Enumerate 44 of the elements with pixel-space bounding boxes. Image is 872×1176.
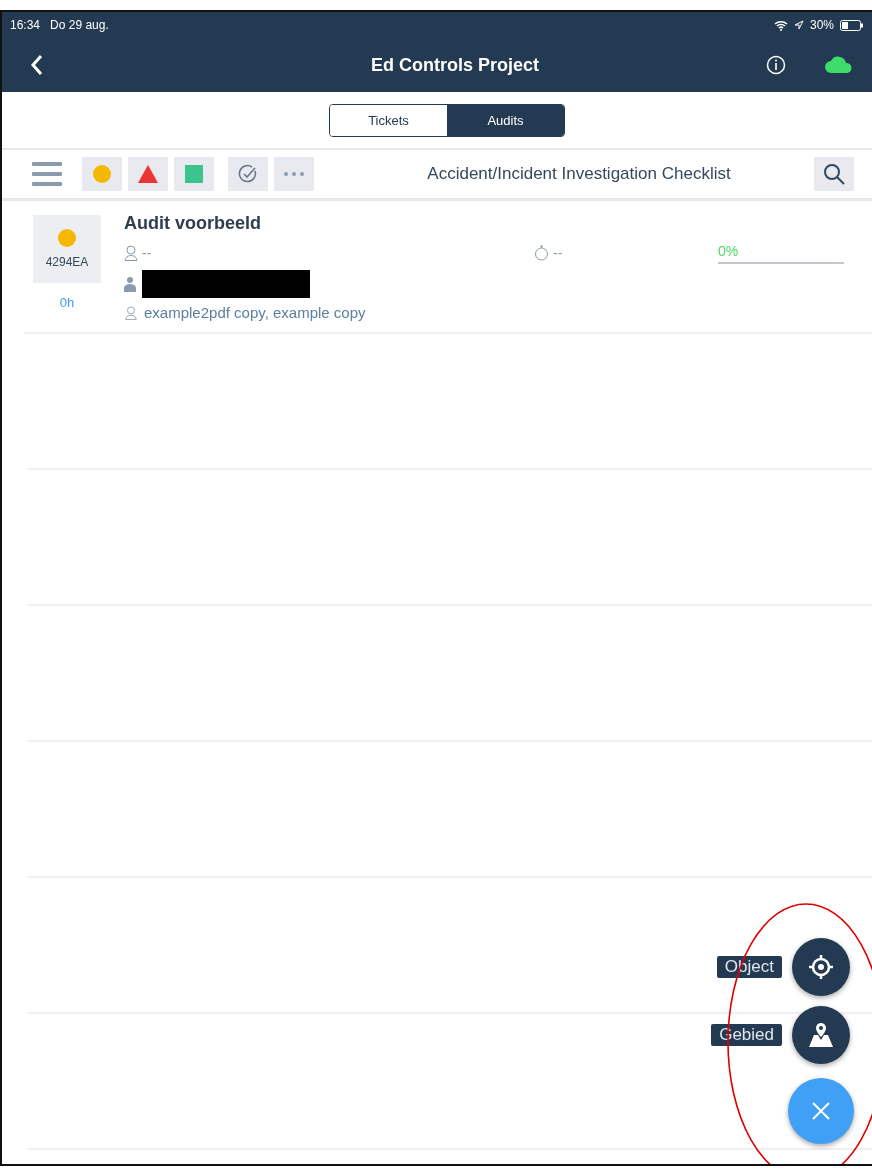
map-pin-icon — [807, 1021, 835, 1049]
action-button[interactable] — [792, 1006, 850, 1064]
filter-button[interactable] — [274, 157, 314, 191]
timer-value: -- — [553, 245, 563, 261]
status-time: 16:34 — [10, 18, 41, 32]
close-fab-button[interactable] — [788, 1078, 854, 1144]
battery-icon — [840, 19, 864, 31]
assignee-value: -- — [142, 245, 152, 261]
person-icon — [124, 305, 138, 320]
wifi-icon — [773, 19, 788, 31]
status-dot — [58, 229, 76, 247]
progress-percent: 0% — [718, 243, 739, 259]
triangle-icon — [137, 164, 159, 184]
checklist-title: Accident/Incident Investigation Checklist — [426, 164, 732, 184]
stopwatch-icon — [534, 245, 549, 261]
page-title: Ed Controls Project — [370, 54, 540, 76]
back-button[interactable] — [30, 54, 44, 76]
search-button[interactable] — [814, 157, 854, 191]
audit-code: 4294EA — [45, 255, 89, 269]
menu-icon — [32, 161, 62, 187]
back-chevron-icon — [30, 54, 44, 76]
check-circle-icon — [238, 164, 258, 184]
location-arrow-icon — [793, 20, 804, 30]
target-icon — [808, 954, 834, 980]
close-icon — [811, 1101, 831, 1121]
hours-label: 0h — [59, 295, 75, 310]
person-badge-icon — [124, 276, 136, 292]
more-icon — [283, 171, 305, 177]
segment-tab[interactable]: Audits — [447, 104, 564, 136]
info-icon — [766, 55, 786, 75]
person-icon — [124, 245, 138, 261]
people-list: example2pdf copy, example copy — [144, 304, 366, 321]
action-button[interactable] — [792, 938, 850, 996]
circle-icon — [92, 164, 112, 184]
status-date: Do 29 aug. — [50, 18, 109, 32]
audit-title[interactable]: Audit voorbeeld — [124, 213, 872, 234]
menu-button[interactable] — [32, 161, 62, 187]
battery-percent: 30% — [809, 18, 834, 32]
cloud-sync-button[interactable] — [824, 55, 854, 75]
search-icon — [823, 163, 845, 185]
filter-button[interactable] — [228, 157, 268, 191]
info-button[interactable] — [766, 55, 786, 75]
filter-button[interactable] — [128, 157, 168, 191]
square-icon — [185, 165, 203, 183]
